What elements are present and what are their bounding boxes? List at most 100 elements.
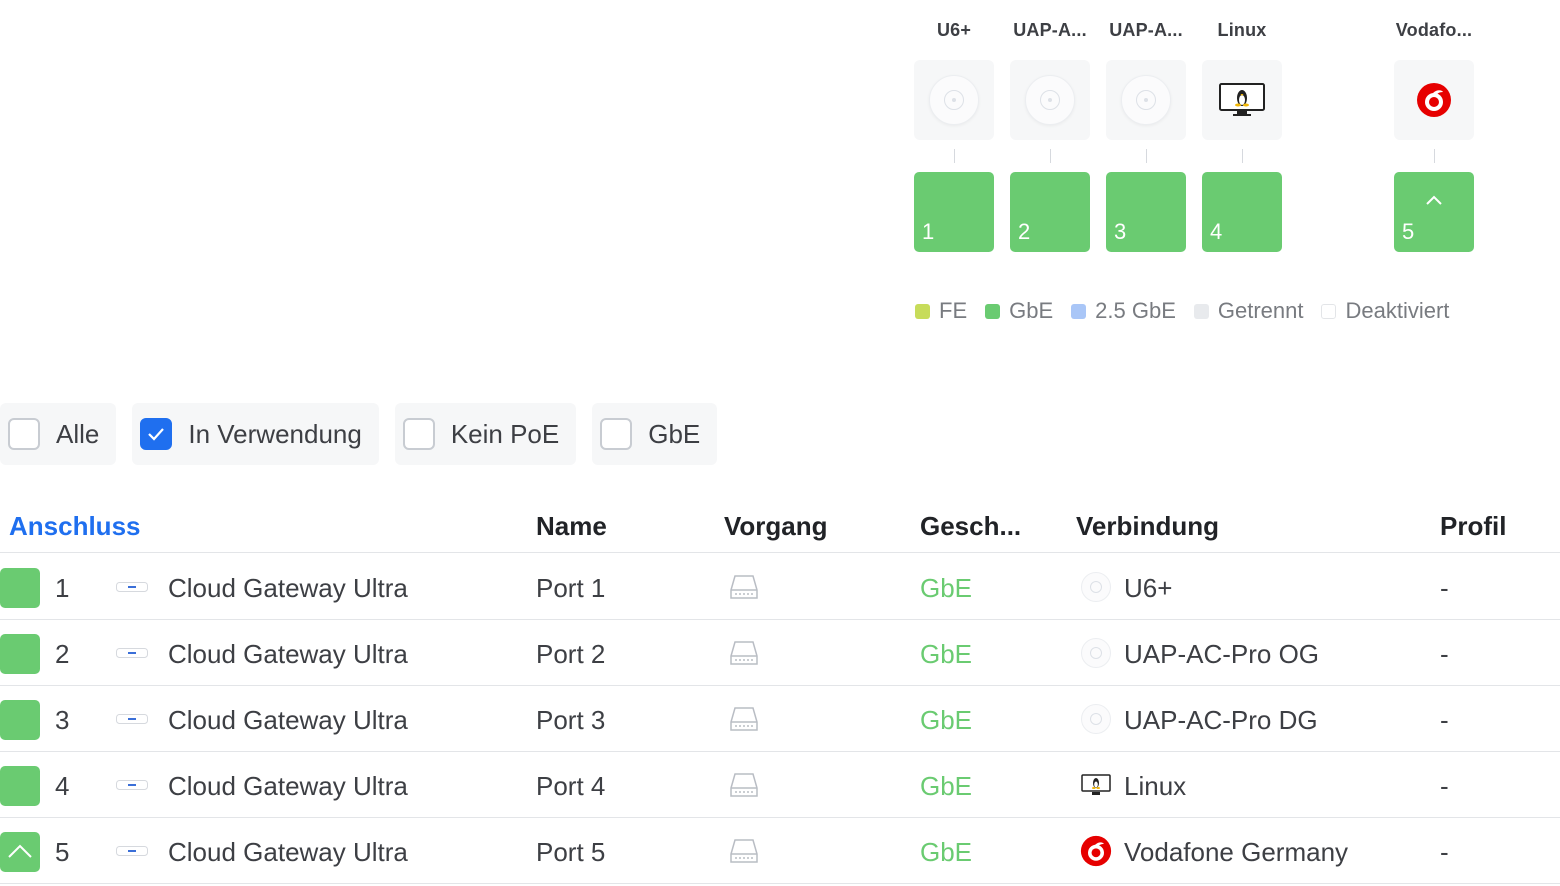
filter-in-verwendung[interactable]: In Verwendung — [132, 403, 379, 465]
port-status-square — [0, 766, 40, 806]
filter-label: GbE — [648, 418, 701, 449]
legend-swatch — [985, 303, 1001, 319]
gateway-device-icon — [116, 582, 148, 592]
legend-deaktiviert: Deaktiviert — [1321, 298, 1449, 324]
ports-table-header: Anschluss Name Vorgang Gesch... Verbindu… — [0, 500, 1560, 553]
legend-getrennt: Getrennt — [1193, 298, 1303, 324]
checkbox[interactable] — [140, 418, 173, 450]
port-tile-2[interactable]: 2 — [1010, 172, 1090, 252]
device-name: Cloud Gateway Ultra — [168, 573, 408, 603]
port-connector — [1145, 149, 1147, 163]
access-point-icon — [1080, 637, 1112, 669]
port-speed: GbE — [920, 573, 973, 603]
port-profile: - — [1440, 771, 1449, 801]
column-header-anschluss[interactable]: Anschluss — [9, 511, 141, 542]
device-tile-u6plus[interactable] — [914, 60, 994, 140]
port-name: Port 5 — [536, 837, 606, 867]
port-activity-icon — [730, 641, 758, 665]
port-filters: Alle In Verwendung Kein PoE GbE — [0, 403, 733, 465]
device-column-uap-dg: UAP-A... 3 — [1098, 0, 1194, 252]
column-header-profil[interactable]: Profil — [1440, 511, 1506, 542]
filter-alle[interactable]: Alle — [0, 403, 117, 465]
port-activity-icon — [730, 773, 758, 797]
filter-gbe[interactable]: GbE — [592, 403, 718, 465]
linux-monitor-icon — [1219, 83, 1265, 116]
table-row[interactable]: 1 Cloud Gateway Ultra Port 1 GbE U6+ - — [0, 554, 1560, 620]
port-activity-icon — [730, 839, 758, 863]
table-row[interactable]: 3 Cloud Gateway Ultra Port 3 GbE UAP-AC-… — [0, 686, 1560, 752]
column-header-vorgang[interactable]: Vorgang — [724, 511, 828, 542]
legend-2-5gbe: 2.5 GbE — [1071, 298, 1176, 324]
port-connector — [1241, 149, 1243, 163]
column-header-name[interactable]: Name — [536, 511, 607, 542]
uplink-chevron-icon — [1426, 195, 1442, 205]
port-activity-icon — [730, 707, 758, 731]
connection-name: Vodafone Germany — [1124, 837, 1349, 867]
port-name: Port 3 — [536, 705, 606, 735]
port-tile-3[interactable]: 3 — [1106, 172, 1186, 252]
table-row[interactable]: 5 Cloud Gateway Ultra Port 5 GbE Vodafon… — [0, 818, 1560, 884]
connection-name: UAP-AC-Pro DG — [1124, 705, 1318, 735]
port-tile-4[interactable]: 4 — [1202, 172, 1282, 252]
legend-swatch — [1321, 303, 1337, 319]
device-name: UAP-A... — [1013, 20, 1087, 40]
device-tile-uap-og[interactable] — [1010, 60, 1090, 140]
port-tile-5[interactable]: 5 — [1394, 172, 1474, 252]
device-name: Cloud Gateway Ultra — [168, 705, 408, 735]
legend-swatch — [1193, 303, 1209, 319]
column-header-geschwindigkeit[interactable]: Gesch... — [920, 511, 1021, 542]
port-number: 1 — [55, 573, 70, 603]
port-topology: U6+ 1 UAP-A... 2 UAP-A... 3 Linux 4 Voda… — [906, 0, 1560, 340]
speed-legend: FE GbE 2.5 GbE Getrennt Deaktiviert — [915, 298, 1467, 324]
device-tile-uap-dg[interactable] — [1106, 60, 1186, 140]
port-status-square — [0, 568, 40, 608]
checkbox[interactable] — [402, 418, 435, 450]
device-name: U6+ — [936, 20, 972, 40]
device-name: UAP-A... — [1109, 20, 1183, 40]
device-column-linux: Linux 4 — [1194, 0, 1290, 252]
port-number: 4 — [1210, 219, 1223, 244]
legend-label: GbE — [1009, 298, 1054, 323]
port-number: 2 — [55, 639, 70, 669]
device-name: Vodafo... — [1395, 20, 1473, 40]
checkbox[interactable] — [600, 418, 633, 450]
table-row[interactable]: 2 Cloud Gateway Ultra Port 2 GbE UAP-AC-… — [0, 620, 1560, 686]
port-speed: GbE — [920, 837, 973, 867]
device-name: Cloud Gateway Ultra — [168, 837, 408, 867]
port-connector — [953, 149, 955, 163]
port-speed: GbE — [920, 771, 973, 801]
device-column-vodafone: Vodafo... 5 — [1386, 0, 1482, 252]
device-tile-linux[interactable] — [1202, 60, 1282, 140]
port-tile-1[interactable]: 1 — [914, 172, 994, 252]
port-profile: - — [1440, 639, 1449, 669]
port-profile: - — [1440, 837, 1449, 867]
device-name: Cloud Gateway Ultra — [168, 771, 408, 801]
check-icon — [148, 428, 165, 441]
gateway-device-icon — [116, 648, 148, 658]
port-number: 4 — [55, 771, 70, 801]
port-number: 3 — [1114, 219, 1127, 244]
device-name: Linux — [1217, 20, 1267, 40]
port-number: 5 — [1402, 219, 1415, 244]
device-column-uap-og: UAP-A... 2 — [1002, 0, 1098, 252]
device-tile-vodafone[interactable] — [1394, 60, 1474, 140]
legend-swatch — [915, 303, 930, 319]
access-point-icon — [1121, 75, 1171, 125]
port-name: Port 2 — [536, 639, 606, 669]
filter-label: In Verwendung — [188, 418, 362, 449]
gateway-device-icon — [116, 780, 148, 790]
port-number: 3 — [55, 705, 70, 735]
device-name: Cloud Gateway Ultra — [168, 639, 408, 669]
column-header-verbindung[interactable]: Verbindung — [1076, 511, 1219, 542]
checkbox[interactable] — [8, 418, 40, 450]
uplink-chevron-icon — [8, 844, 32, 858]
port-profile: - — [1440, 573, 1449, 603]
port-activity-icon — [730, 575, 758, 599]
port-number: 2 — [1018, 219, 1031, 244]
filter-kein-poe[interactable]: Kein PoE — [394, 403, 577, 465]
legend-label: Deaktiviert — [1345, 298, 1450, 323]
port-number: 1 — [922, 219, 935, 244]
connection-name: Linux — [1124, 771, 1187, 801]
port-number: 5 — [55, 837, 70, 867]
table-row[interactable]: 4 Cloud Gateway Ultra Port 4 GbE Linux - — [0, 752, 1560, 818]
